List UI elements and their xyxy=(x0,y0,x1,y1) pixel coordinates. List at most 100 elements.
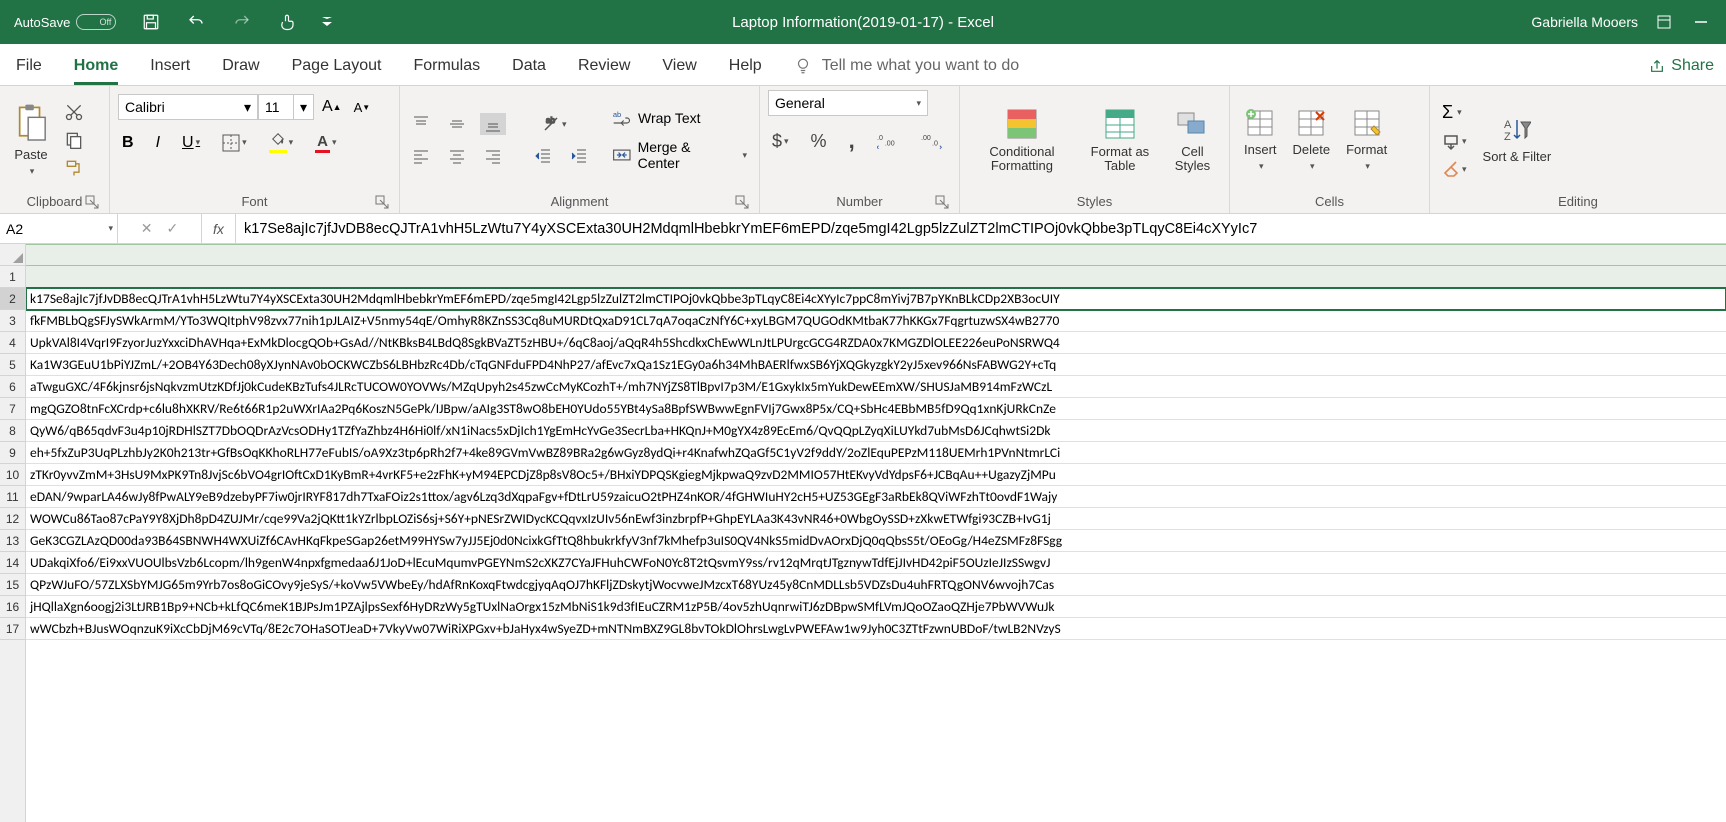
delete-cells-button[interactable]: Delete▾ xyxy=(1287,106,1337,174)
underline-button[interactable]: U▾ xyxy=(178,132,204,154)
row-header[interactable]: 11 xyxy=(0,486,25,508)
percent-format-icon[interactable]: % xyxy=(807,129,831,154)
accounting-format-icon[interactable]: $▾ xyxy=(768,129,793,154)
dialog-launcher-icon[interactable] xyxy=(735,195,749,209)
font-name-dropdown[interactable]: ▾ xyxy=(238,94,258,120)
row-header[interactable]: 3 xyxy=(0,310,25,332)
tab-data[interactable]: Data xyxy=(512,57,546,85)
cell-row[interactable]: eDAN/9wparLA46wJy8fPwALY9eB9dzebyPF7iw0j… xyxy=(26,486,1726,508)
increase-font-icon[interactable]: A▲ xyxy=(318,96,346,118)
chevron-down-icon[interactable]: ▾ xyxy=(108,223,113,234)
row-header[interactable]: 17 xyxy=(0,618,25,640)
qat-customize-icon[interactable] xyxy=(318,15,336,29)
name-box[interactable]: A2 ▾ xyxy=(0,214,118,243)
select-all-button[interactable] xyxy=(0,244,25,266)
cell-row[interactable]: mgQGZO8tnFcXCrdp+c6lu8hXKRV/Re6t66R1p2uW… xyxy=(26,398,1726,420)
dialog-launcher-icon[interactable] xyxy=(375,195,389,209)
align-left-icon[interactable] xyxy=(408,145,434,167)
cell-row[interactable]: QPzWJuFO/57ZLXSbYMJG65m9Yrb7os8oGiCOvy9j… xyxy=(26,574,1726,596)
tab-page-layout[interactable]: Page Layout xyxy=(292,57,382,85)
bold-button[interactable]: B xyxy=(118,132,138,154)
autosave-toggle[interactable]: AutoSave Off xyxy=(14,14,116,30)
align-right-icon[interactable] xyxy=(480,145,506,167)
cell-row[interactable]: UpkVAl8I4VqrI9FzyorJuzYxxciDhAVHqa+ExMkD… xyxy=(26,332,1726,354)
font-size-input[interactable] xyxy=(258,94,294,120)
share-button[interactable]: Share xyxy=(1649,57,1714,85)
row-header[interactable]: 4 xyxy=(0,332,25,354)
wrap-text-button[interactable]: ab Wrap Text xyxy=(608,107,751,129)
dialog-launcher-icon[interactable] xyxy=(85,195,99,209)
save-icon[interactable] xyxy=(138,11,164,33)
cells-area[interactable]: k17Se8ajIc7jfJvDB8ecQJTrA1vhH5LzWtu7Y4yX… xyxy=(26,244,1726,822)
column-headers[interactable] xyxy=(26,244,1726,266)
row-header[interactable]: 14 xyxy=(0,552,25,574)
row-header[interactable]: 13 xyxy=(0,530,25,552)
row-header[interactable]: 1 xyxy=(0,266,25,288)
cancel-formula-icon[interactable]: ✕ xyxy=(141,220,153,237)
cell-row[interactable]: wWCbzh+BJusWOqnzuK9iXcCbDjM69cVTq/8E2c7O… xyxy=(26,618,1726,640)
tab-draw[interactable]: Draw xyxy=(222,57,259,85)
formula-bar[interactable]: k17Se8ajIc7jfJvDB8ecQJTrA1vhH5LzWtu7Y4yX… xyxy=(236,214,1726,243)
cell-row[interactable]: jHQllaXgn6oogj2i3LtJRB1Bp9+NCb+kLfQC6meK… xyxy=(26,596,1726,618)
dialog-launcher-icon[interactable] xyxy=(935,195,949,209)
cell-row[interactable]: GeK3CGZLAzQD00da93B64SBNWH4WXUiZf6CAvHKq… xyxy=(26,530,1726,552)
row-header[interactable]: 15 xyxy=(0,574,25,596)
user-name[interactable]: Gabriella Mooers xyxy=(1531,14,1638,30)
tell-me-search[interactable]: Tell me what you want to do xyxy=(794,57,1019,85)
cut-icon[interactable] xyxy=(60,100,88,124)
row-header[interactable]: 12 xyxy=(0,508,25,530)
font-size-dropdown[interactable]: ▾ xyxy=(294,94,314,120)
paste-button[interactable]: Paste ▾ xyxy=(8,101,54,179)
cell-row[interactable]: fkFMBLbQgSFJySWkArmM/YTo3WQItphV98zvx77n… xyxy=(26,310,1726,332)
tab-view[interactable]: View xyxy=(662,57,696,85)
fill-color-button[interactable]: ▾ xyxy=(265,130,298,155)
touch-mode-icon[interactable] xyxy=(274,10,300,34)
cell-row[interactable]: UDakqiXfo6/Ei9xxVUOUlbsVzb6Lcopm/lh9genW… xyxy=(26,552,1726,574)
row-header[interactable]: 8 xyxy=(0,420,25,442)
minimize-icon[interactable] xyxy=(1690,13,1712,31)
cell-row[interactable]: WOWCu86Tao87cPaY9Y8XjDh8pD4ZUJMr/cqe99Va… xyxy=(26,508,1726,530)
merge-center-button[interactable]: Merge & Center ▾ xyxy=(608,137,751,173)
cell-row[interactable] xyxy=(26,266,1726,288)
align-top-icon[interactable] xyxy=(408,113,434,135)
tab-file[interactable]: File xyxy=(16,57,42,85)
cell-row[interactable]: Ka1W3GEuU1bPiYJZmL/+2OB4Y63Dech08yXJynNA… xyxy=(26,354,1726,376)
row-header[interactable]: 6 xyxy=(0,376,25,398)
decrease-decimal-icon[interactable]: .00.0 xyxy=(917,130,947,152)
tab-help[interactable]: Help xyxy=(729,57,762,85)
row-header[interactable]: 16 xyxy=(0,596,25,618)
align-bottom-icon[interactable] xyxy=(480,113,506,135)
fill-icon[interactable]: ▾ xyxy=(1438,131,1471,153)
insert-cells-button[interactable]: Insert▾ xyxy=(1238,106,1283,174)
align-middle-icon[interactable] xyxy=(444,113,470,135)
ribbon-options-icon[interactable] xyxy=(1652,12,1676,32)
row-header[interactable]: 2 xyxy=(0,288,25,310)
font-name-input[interactable] xyxy=(118,94,238,120)
tab-review[interactable]: Review xyxy=(578,57,630,85)
conditional-formatting-button[interactable]: Conditional Formatting xyxy=(968,105,1076,176)
cell-row[interactable]: aTwguGXC/4F6kjnsr6jsNqkvzmUtzKDfJj0kCude… xyxy=(26,376,1726,398)
copy-icon[interactable] xyxy=(60,128,88,152)
increase-decimal-icon[interactable]: .0.00 xyxy=(873,130,903,152)
redo-icon[interactable] xyxy=(228,11,256,33)
row-header[interactable]: 5 xyxy=(0,354,25,376)
format-as-table-button[interactable]: Format as Table xyxy=(1080,105,1160,176)
comma-format-icon[interactable]: , xyxy=(845,126,859,156)
number-format-dropdown[interactable]: General▾ xyxy=(768,90,928,116)
format-painter-icon[interactable] xyxy=(60,156,88,180)
undo-icon[interactable] xyxy=(182,11,210,33)
cell-row[interactable]: eh+5fxZuP3UqPLzhbJy2K0h213tr+GfBsOqKKhoR… xyxy=(26,442,1726,464)
row-header[interactable]: 9 xyxy=(0,442,25,464)
cell-styles-button[interactable]: Cell Styles xyxy=(1164,105,1221,176)
clear-icon[interactable]: ▾ xyxy=(1438,159,1471,181)
tab-insert[interactable]: Insert xyxy=(150,57,190,85)
tab-formulas[interactable]: Formulas xyxy=(413,57,480,85)
borders-button[interactable]: ▾ xyxy=(218,132,251,154)
italic-button[interactable]: I xyxy=(152,132,164,154)
fx-button[interactable]: fx xyxy=(202,214,236,243)
decrease-font-icon[interactable]: A▼ xyxy=(350,98,375,117)
align-center-icon[interactable] xyxy=(444,145,470,167)
autosum-icon[interactable]: Σ▾ xyxy=(1438,100,1471,125)
sort-filter-button[interactable]: AZ Sort & Filter xyxy=(1477,114,1558,166)
enter-formula-icon[interactable]: ✓ xyxy=(167,220,179,237)
